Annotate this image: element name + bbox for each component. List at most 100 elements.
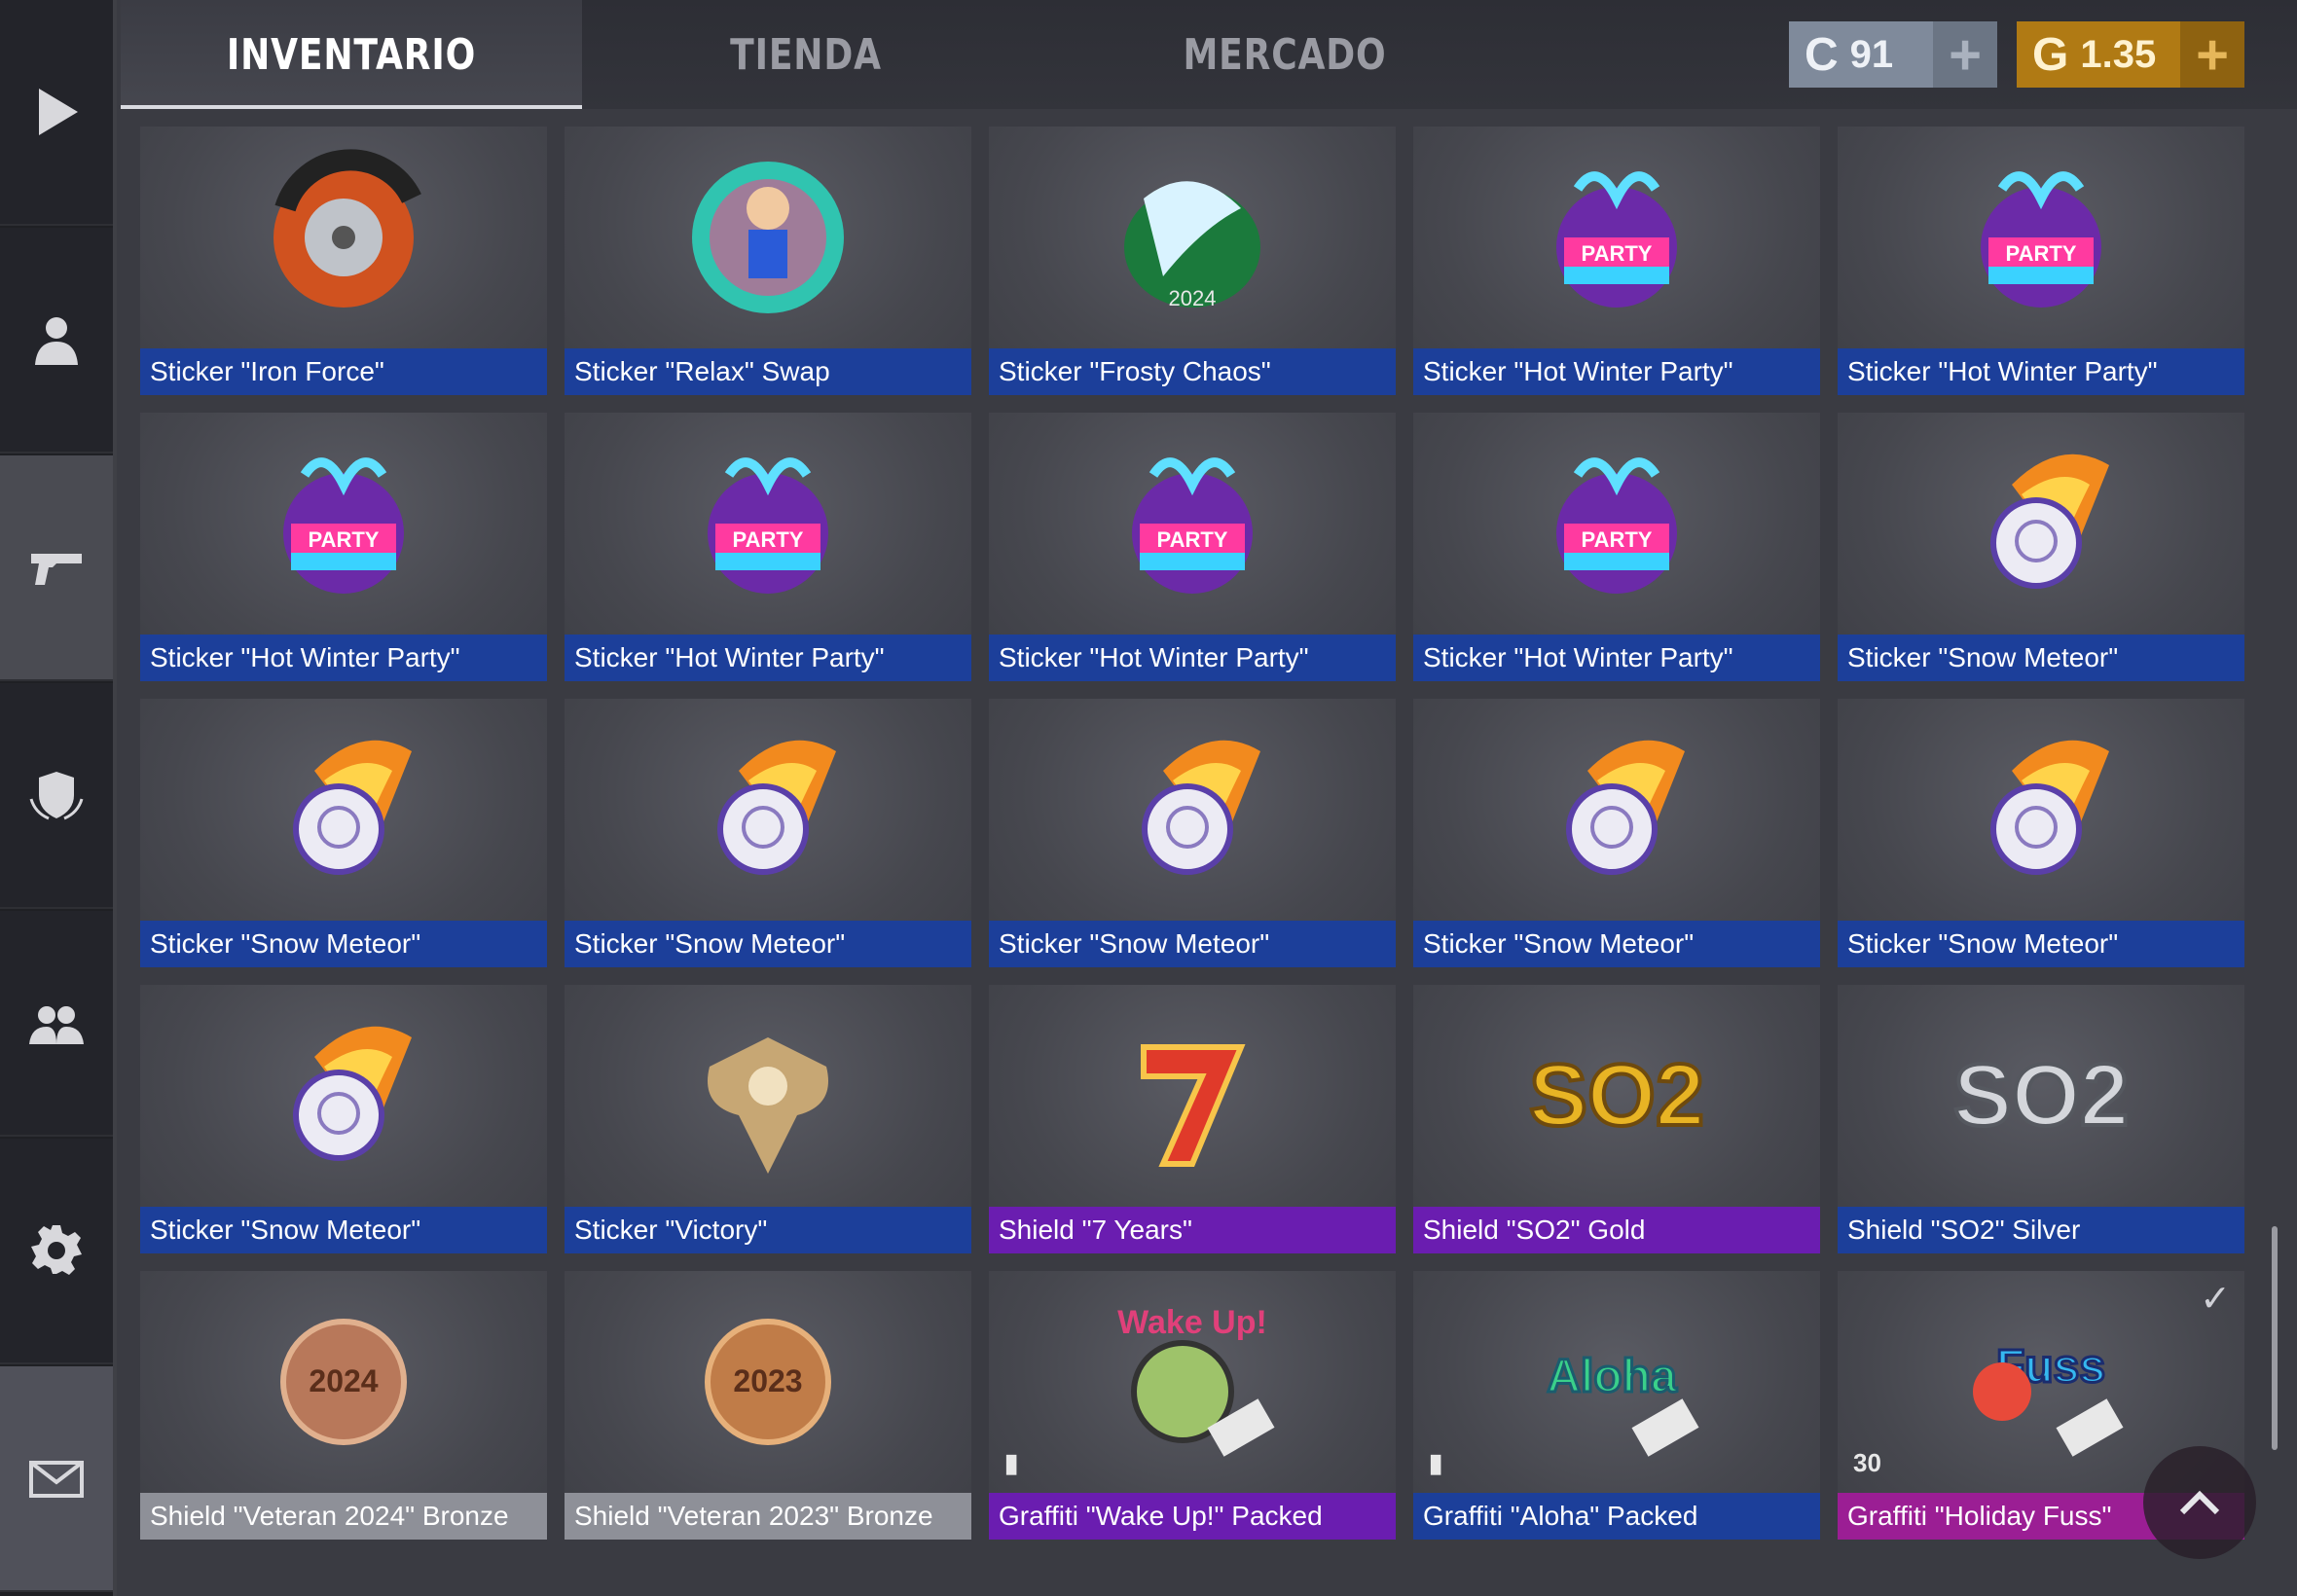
item-label: Sticker "Snow Meteor" <box>1838 921 2244 967</box>
inventory-item[interactable]: Sticker "Iron Force" <box>140 127 547 395</box>
inventory-item[interactable]: Sticker "Snow Meteor" <box>989 699 1396 967</box>
party-art: PARTY <box>140 413 547 635</box>
scroll-to-top-button[interactable] <box>2143 1446 2256 1559</box>
silver-value: 91 <box>1849 32 1894 76</box>
inventory-item[interactable]: Shield "7 Years" <box>989 985 1396 1253</box>
svg-text:2024: 2024 <box>1169 286 1217 310</box>
so2-silver-art: SO2 <box>1838 985 2244 1207</box>
sidebar-inventory[interactable] <box>0 455 113 681</box>
inventory-item[interactable]: Sticker "Snow Meteor" <box>1838 699 2244 967</box>
item-label: Sticker "Relax" Swap <box>565 348 971 395</box>
inventory-item[interactable]: PARTY Sticker "Hot Winter Party" <box>1413 413 1820 681</box>
svg-text:PARTY: PARTY <box>2006 241 2077 266</box>
inventory-item[interactable]: SO2 Shield "SO2" Gold <box>1413 985 1820 1253</box>
item-label: Sticker "Snow Meteor" <box>140 921 547 967</box>
tab-inventario[interactable]: INVENTARIO <box>163 0 541 109</box>
vet2024-art: 2024 <box>140 1271 547 1493</box>
item-count-badge: ▮ <box>1429 1448 1443 1477</box>
item-count-badge: 30 <box>1853 1448 1881 1477</box>
item-label: Sticker "Hot Winter Party" <box>140 635 547 681</box>
svg-text:Aloha: Aloha <box>1547 1351 1677 1402</box>
inventory-item[interactable]: 2024 Sticker "Frosty Chaos" <box>989 127 1396 395</box>
inventory-item[interactable]: Wake Up! ▮ Graffiti "Wake Up!" Packed <box>989 1271 1396 1540</box>
inventory-item[interactable]: Sticker "Snow Meteor" <box>1838 413 2244 681</box>
silver-balance: C 91 <box>1789 21 1933 88</box>
sidebar-play[interactable] <box>0 0 113 226</box>
item-label: Sticker "Snow Meteor" <box>140 1207 547 1253</box>
svg-text:SO2: SO2 <box>1953 1047 2129 1144</box>
inventory-item[interactable]: Sticker "Snow Meteor" <box>140 699 547 967</box>
inventory-item[interactable]: PARTY Sticker "Hot Winter Party" <box>140 413 547 681</box>
tab-tienda[interactable]: TIENDA <box>622 0 989 109</box>
party-art: PARTY <box>565 413 971 635</box>
party-art: PARTY <box>1413 127 1820 348</box>
svg-text:Wake Up!: Wake Up! <box>1117 1304 1267 1341</box>
svg-text:PARTY: PARTY <box>733 527 804 552</box>
item-label: Sticker "Snow Meteor" <box>1413 921 1820 967</box>
item-label: Sticker "Snow Meteor" <box>565 921 971 967</box>
meteor-art <box>989 699 1396 921</box>
svg-text:PARTY: PARTY <box>1157 527 1228 552</box>
sidebar-rank[interactable] <box>0 683 113 909</box>
seven-art <box>989 985 1396 1207</box>
meteor-art <box>140 985 547 1207</box>
mail-icon <box>29 1461 84 1498</box>
meteor-art <box>1838 413 2244 635</box>
item-label: Sticker "Hot Winter Party" <box>1413 635 1820 681</box>
sidebar-settings[interactable] <box>0 1139 113 1364</box>
tab-mercado[interactable]: MERCADO <box>1101 0 1468 109</box>
item-label: Sticker "Snow Meteor" <box>989 921 1396 967</box>
sidebar-mail[interactable] <box>0 1366 113 1592</box>
inventory-item[interactable]: Sticker "Snow Meteor" <box>1413 699 1820 967</box>
party-art: PARTY <box>1838 127 2244 348</box>
inventory-item[interactable]: PARTY Sticker "Hot Winter Party" <box>1838 127 2244 395</box>
inventory-item[interactable]: Sticker "Relax" Swap <box>565 127 971 395</box>
iron-force-art <box>140 127 547 348</box>
so2-gold-art: SO2 <box>1413 985 1820 1207</box>
inventory-item[interactable]: Sticker "Victory" <box>565 985 971 1253</box>
inventory-item[interactable]: SO2 Shield "SO2" Silver <box>1838 985 2244 1253</box>
inventory-item[interactable]: 2023 Shield "Veteran 2023" Bronze <box>565 1271 971 1540</box>
inventory-item[interactable]: Sticker "Snow Meteor" <box>565 699 971 967</box>
profile-icon <box>35 317 78 365</box>
svg-text:SO2: SO2 <box>1529 1047 1704 1144</box>
frosty-art: 2024 <box>989 127 1396 348</box>
item-label: Sticker "Victory" <box>565 1207 971 1253</box>
meteor-art <box>1838 699 2244 921</box>
meteor-art <box>1413 699 1820 921</box>
gear-icon <box>31 1225 82 1275</box>
add-silver-button[interactable]: + <box>1933 21 1997 88</box>
meteor-art <box>565 699 971 921</box>
item-label: Sticker "Hot Winter Party" <box>565 635 971 681</box>
play-icon <box>39 89 78 135</box>
item-label: Shield "Veteran 2023" Bronze <box>565 1493 971 1540</box>
inventory-item[interactable]: PARTY Sticker "Hot Winter Party" <box>565 413 971 681</box>
checkmark-icon: ✓ <box>2200 1279 2231 1320</box>
relax-art <box>565 127 971 348</box>
inventory-item[interactable]: PARTY Sticker "Hot Winter Party" <box>1413 127 1820 395</box>
shield-icon <box>29 772 84 820</box>
inventory-item[interactable]: Aloha ▮ Graffiti "Aloha" Packed <box>1413 1271 1820 1540</box>
scrollbar[interactable] <box>2272 1226 2278 1450</box>
item-label: Shield "7 Years" <box>989 1207 1396 1253</box>
party-art: PARTY <box>1413 413 1820 635</box>
item-label: Shield "SO2" Gold <box>1413 1207 1820 1253</box>
add-gold-button[interactable]: + <box>2180 21 2244 88</box>
inventory-item[interactable]: PARTY Sticker "Hot Winter Party" <box>989 413 1396 681</box>
pistol-icon <box>31 554 82 585</box>
inventory-item[interactable]: Sticker "Snow Meteor" <box>140 985 547 1253</box>
gold-coin-icon: G <box>2032 28 2069 81</box>
item-label: Sticker "Snow Meteor" <box>1838 635 2244 681</box>
item-label: Sticker "Hot Winter Party" <box>1413 348 1820 395</box>
sidebar-friends[interactable] <box>0 911 113 1137</box>
wakeup-art: Wake Up! <box>989 1271 1396 1493</box>
silver-coin-icon: C <box>1805 28 1839 81</box>
inventory-item[interactable]: 2024 Shield "Veteran 2024" Bronze <box>140 1271 547 1540</box>
party-art: PARTY <box>989 413 1396 635</box>
meteor-art <box>140 699 547 921</box>
sidebar-profile[interactable] <box>0 228 113 453</box>
item-label: Shield "SO2" Silver <box>1838 1207 2244 1253</box>
gold-currency: G 1.35 + <box>2017 21 2244 88</box>
inventory-grid: Sticker "Iron Force" Sticker "Relax" Swap… <box>140 127 2281 1596</box>
tab-underline <box>121 105 582 109</box>
